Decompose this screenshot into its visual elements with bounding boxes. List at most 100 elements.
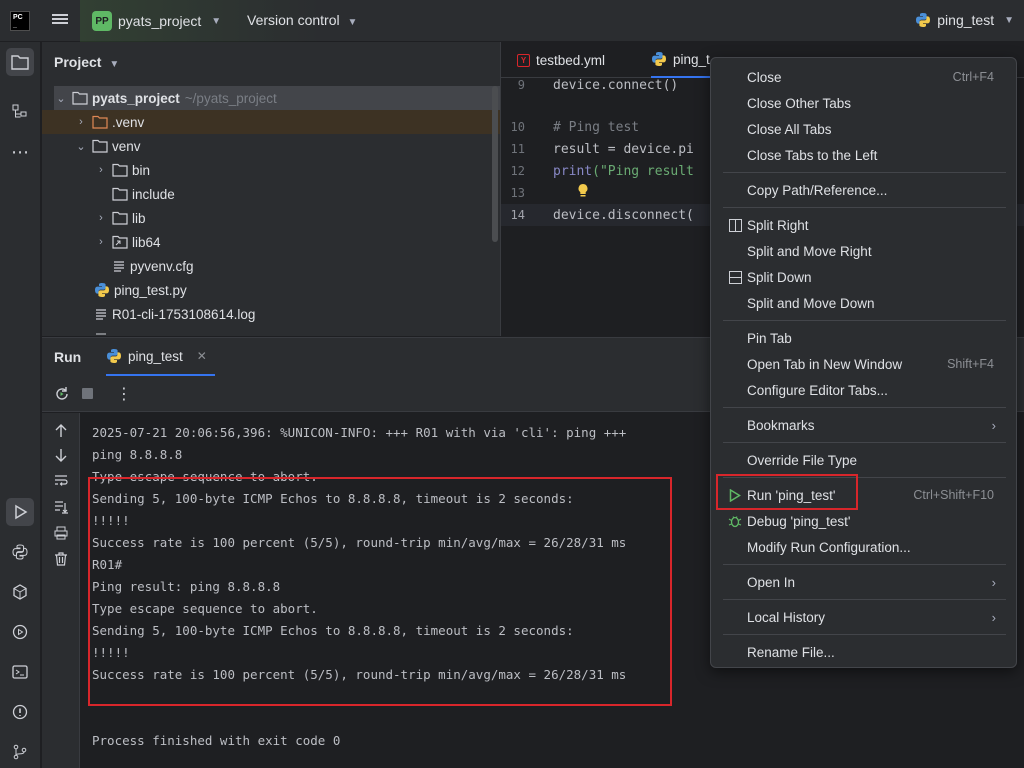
menu-item-label: Debug 'ping_test' bbox=[747, 513, 851, 529]
version-control-menu[interactable]: Version control ▼ bbox=[247, 12, 357, 28]
run-tab-label: ping_test bbox=[128, 348, 183, 364]
menu-item-modify-run[interactable]: Modify Run Configuration... bbox=[723, 535, 1006, 559]
tree-item-ping-test-py[interactable]: ping_test.py bbox=[42, 278, 500, 302]
print-icon[interactable] bbox=[53, 525, 69, 541]
tab-testbed-yml[interactable]: Y testbed.yml bbox=[517, 42, 605, 78]
line-number: 10 bbox=[510, 120, 525, 134]
menu-item-bookmarks[interactable]: Bookmarks › bbox=[723, 413, 1006, 437]
soft-wrap-icon[interactable] bbox=[53, 473, 69, 489]
tree-item-bin[interactable]: › bin bbox=[42, 158, 500, 182]
menu-item-rename[interactable]: Rename File... bbox=[723, 640, 1006, 664]
menu-item-label: Local History bbox=[747, 609, 826, 625]
menu-item-label: Open In bbox=[747, 574, 796, 590]
project-name: pyats_project bbox=[118, 13, 202, 29]
tab-ping-test[interactable]: ping_t bbox=[651, 42, 711, 78]
menu-item-label: Override File Type bbox=[747, 452, 858, 468]
menu-separator bbox=[723, 320, 1006, 321]
text-file-icon bbox=[94, 307, 108, 321]
tree-item-pyvenv-cfg[interactable]: pyvenv.cfg bbox=[42, 254, 500, 278]
tree-item-lib64[interactable]: › lib64 bbox=[42, 230, 500, 254]
code-builtin: print bbox=[553, 163, 593, 179]
tool-window-strip: ⋯ bbox=[0, 42, 41, 768]
menu-item-copy-path[interactable]: Copy Path/Reference... bbox=[723, 178, 1006, 202]
tab-context-menu: Close Ctrl+F4 Close Other Tabs Close All … bbox=[710, 57, 1017, 668]
arrow-down-icon[interactable] bbox=[53, 447, 69, 463]
menu-item-pin-tab[interactable]: Pin Tab bbox=[723, 326, 1006, 350]
services-icon[interactable] bbox=[6, 618, 34, 646]
arrow-up-icon[interactable] bbox=[53, 423, 69, 439]
tab-label: testbed.yml bbox=[536, 52, 606, 68]
python-packages-icon[interactable] bbox=[6, 578, 34, 606]
tree-item-label: ping_test.py bbox=[114, 282, 187, 298]
folder-excluded-icon bbox=[92, 115, 108, 129]
menu-item-split-move-down[interactable]: Split and Move Down bbox=[723, 291, 1006, 315]
menu-separator bbox=[723, 599, 1006, 600]
menu-separator bbox=[723, 442, 1006, 443]
menu-item-debug[interactable]: Debug 'ping_test' bbox=[723, 509, 1006, 533]
project-scrollbar[interactable] bbox=[492, 86, 498, 242]
console-line: 2025-07-21 20:06:56,396: %UNICON-INFO: +… bbox=[92, 425, 627, 440]
python-console-icon[interactable] bbox=[6, 538, 34, 566]
chevron-down-icon: ▼ bbox=[211, 15, 222, 27]
git-icon[interactable] bbox=[6, 738, 34, 766]
folder-icon bbox=[92, 139, 108, 153]
tree-item-label: pyats_project bbox=[92, 90, 180, 106]
menu-item-close-all[interactable]: Close All Tabs bbox=[723, 117, 1006, 141]
version-control-label: Version control bbox=[247, 12, 340, 28]
python-file-icon bbox=[652, 52, 666, 66]
tree-item-log-file[interactable]: R01-cli-1753108614.log bbox=[42, 302, 500, 326]
structure-tool-icon[interactable] bbox=[6, 98, 34, 126]
project-switcher[interactable]: PP pyats_project ▼ bbox=[92, 9, 221, 33]
chevron-right-icon: › bbox=[991, 609, 996, 625]
tree-item-partial[interactable] bbox=[42, 326, 500, 336]
more-tools-icon[interactable]: ⋯ bbox=[6, 138, 34, 166]
run-config-selector[interactable]: ping_test ▼ bbox=[915, 12, 1014, 28]
project-panel-title[interactable]: Project ▼ bbox=[54, 54, 119, 70]
menu-item-configure-tabs[interactable]: Configure Editor Tabs... bbox=[723, 378, 1006, 402]
menu-item-split-move-right[interactable]: Split and Move Right bbox=[723, 239, 1006, 263]
tree-item-include[interactable]: include bbox=[42, 182, 500, 206]
menu-item-split-right[interactable]: Split Right bbox=[723, 213, 1006, 237]
menu-item-open-new-window[interactable]: Open Tab in New Window Shift+F4 bbox=[723, 352, 1006, 376]
highlight-box bbox=[716, 474, 858, 510]
menu-item-override-type[interactable]: Override File Type bbox=[723, 448, 1006, 472]
menu-item-label: Rename File... bbox=[747, 644, 835, 660]
lightbulb-icon[interactable] bbox=[577, 183, 589, 202]
text-file-icon bbox=[94, 331, 108, 336]
project-tool-icon[interactable] bbox=[6, 48, 34, 76]
menu-item-close-left[interactable]: Close Tabs to the Left bbox=[723, 143, 1006, 167]
menu-item-label: Modify Run Configuration... bbox=[747, 539, 911, 555]
menu-item-open-in[interactable]: Open In › bbox=[723, 570, 1006, 594]
trash-icon[interactable] bbox=[53, 551, 69, 567]
tab-label: ping_t bbox=[673, 51, 710, 67]
tree-item-label: pyvenv.cfg bbox=[130, 258, 194, 274]
menu-separator bbox=[723, 564, 1006, 565]
menu-item-split-down[interactable]: Split Down bbox=[723, 265, 1006, 289]
run-side-toolbar bbox=[42, 413, 80, 768]
close-icon[interactable]: ✕ bbox=[197, 349, 207, 363]
run-tool-icon[interactable] bbox=[6, 498, 34, 526]
more-actions-icon[interactable]: ⋮ bbox=[116, 384, 132, 404]
debug-bug-icon bbox=[727, 513, 743, 529]
terminal-icon[interactable] bbox=[6, 658, 34, 686]
tree-item-label: R01-cli-1753108614.log bbox=[112, 306, 256, 322]
menu-item-close[interactable]: Close Ctrl+F4 bbox=[723, 65, 1006, 89]
tree-item-dot-venv[interactable]: › .venv bbox=[42, 110, 500, 134]
folder-icon bbox=[112, 163, 128, 177]
title-bar: PC _ PP pyats_project ▼ Version control ▼… bbox=[0, 0, 1024, 42]
tree-item-venv[interactable]: ⌄ venv bbox=[42, 134, 500, 158]
menu-item-close-other[interactable]: Close Other Tabs bbox=[723, 91, 1006, 115]
menu-separator bbox=[723, 207, 1006, 208]
rerun-icon[interactable] bbox=[54, 386, 70, 405]
main-menu-icon[interactable] bbox=[52, 12, 68, 28]
menu-item-local-history[interactable]: Local History › bbox=[723, 605, 1006, 629]
run-tab-ping-test[interactable]: ping_test ✕ bbox=[106, 338, 215, 376]
chevron-down-icon: ▼ bbox=[109, 59, 120, 70]
line-number: 9 bbox=[517, 78, 525, 92]
problems-icon[interactable] bbox=[6, 698, 34, 726]
tree-item-label: bin bbox=[132, 162, 151, 178]
tree-item-lib[interactable]: › lib bbox=[42, 206, 500, 230]
stop-icon[interactable] bbox=[82, 388, 93, 399]
scroll-to-end-icon[interactable] bbox=[53, 499, 69, 515]
tree-item-pyats-project[interactable]: ⌄ pyats_project ~/pyats_project bbox=[54, 86, 500, 110]
